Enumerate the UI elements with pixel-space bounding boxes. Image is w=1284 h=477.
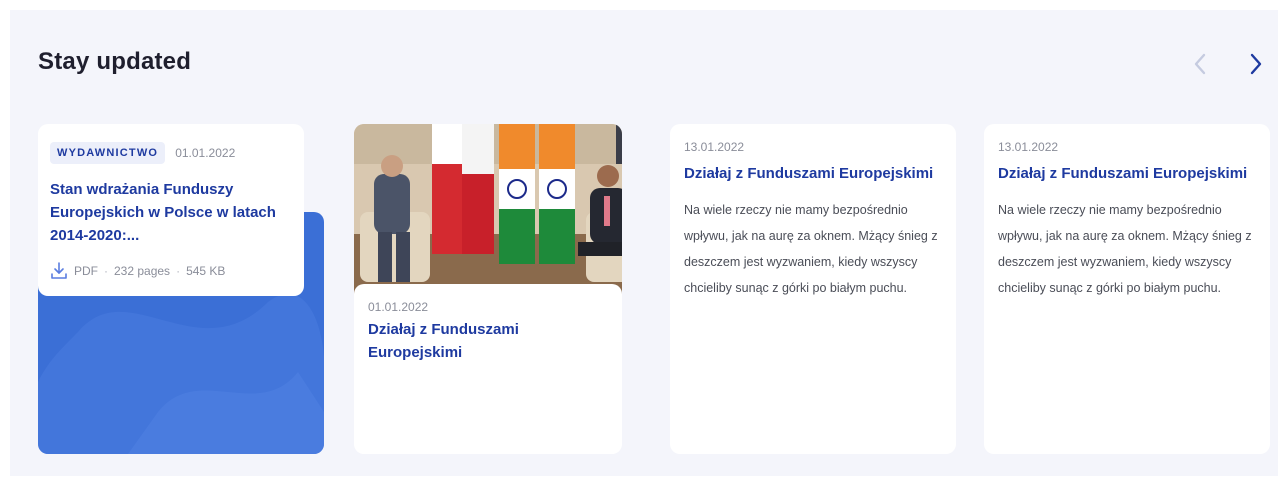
separator-dot: · (176, 264, 181, 278)
prev-button[interactable] (1186, 50, 1214, 78)
publication-title[interactable]: Stan wdrażania Funduszy Europejskich w P… (50, 178, 288, 247)
next-button[interactable] (1242, 50, 1270, 78)
news-title[interactable]: Działaj z Funduszami Europejskimi (998, 162, 1256, 185)
meeting-photo (354, 124, 622, 306)
page-count: 232 pages (114, 264, 171, 278)
stay-updated-section: Stay updated WYDAWNICTWO 01.01.2022 Stan… (10, 10, 1278, 476)
category-badge: WYDAWNICTWO (50, 142, 166, 164)
publication-date: 01.01.2022 (175, 146, 236, 160)
news-date: 13.01.2022 (998, 140, 1059, 154)
file-type: PDF (74, 264, 98, 278)
section-title: Stay updated (38, 48, 192, 75)
file-size: 545 KB (186, 264, 226, 278)
news-excerpt: Na wiele rzeczy nie mamy bezpośrednio wp… (998, 203, 1252, 295)
chevron-left-icon (1194, 53, 1206, 75)
news-card[interactable]: 13.01.2022 Działaj z Funduszami Europejs… (670, 124, 956, 454)
download-icon[interactable] (50, 261, 68, 281)
news-excerpt: Na wiele rzeczy nie mamy bezpośrednio wp… (684, 203, 938, 295)
news-date: 01.01.2022 (368, 300, 429, 314)
news-card-with-image[interactable]: 01.01.2022 Działaj z Funduszami Europejs… (354, 124, 622, 454)
chevron-right-icon (1250, 53, 1262, 75)
news-title[interactable]: Działaj z Funduszami Europejskimi (684, 162, 942, 185)
news-title[interactable]: Działaj z Funduszami Europejskimi (368, 318, 608, 364)
news-card-content: 01.01.2022 Działaj z Funduszami Europejs… (354, 284, 622, 454)
news-date: 13.01.2022 (684, 140, 745, 154)
publication-card[interactable]: WYDAWNICTWO 01.01.2022 Stan wdrażania Fu… (38, 124, 304, 296)
news-card[interactable]: 13.01.2022 Działaj z Funduszami Europejs… (984, 124, 1270, 454)
separator-dot: · (104, 264, 108, 278)
file-meta: PDF · 232 pages · 545 KB (50, 261, 288, 281)
